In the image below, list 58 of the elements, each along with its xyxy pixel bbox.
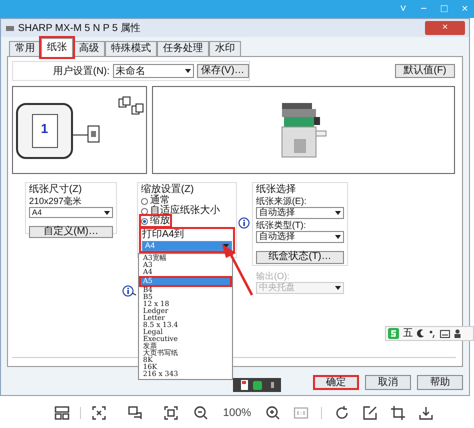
keyboard-icon[interactable] (440, 330, 450, 338)
paper-stack-icon (118, 95, 144, 117)
image-text-icon[interactable] (127, 405, 143, 421)
group-title: 缩放设置(Z) (141, 184, 195, 195)
paper-type-label: 纸张类型(T): (256, 220, 307, 231)
tab[interactable]: 水印 (209, 41, 241, 57)
paper-size-select[interactable]: A4 (29, 207, 113, 218)
user-settings-label: 用户设置(N): (53, 64, 110, 78)
paper-source-select[interactable]: 自动选择 (256, 207, 344, 219)
radio-option[interactable]: 缩放 (141, 216, 170, 226)
dialog-button[interactable]: 帮助 (417, 375, 463, 390)
fit-screen-icon[interactable] (91, 405, 107, 421)
paper-dimensions: 210x297毫米 (29, 196, 83, 207)
zoom-out-icon[interactable] (193, 405, 209, 421)
close-button[interactable]: × (425, 21, 465, 35)
group-title: 纸张选择 (256, 184, 297, 196)
fullscreen-icon[interactable] (163, 405, 179, 421)
download-icon[interactable] (418, 405, 434, 421)
dialog-button[interactable]: 取消 (365, 375, 411, 390)
user-settings-select[interactable]: 未命名 (112, 64, 194, 78)
tab[interactable]: 纸张 (41, 38, 73, 57)
save-button[interactable]: 保存(V)… (196, 64, 249, 78)
caret-icon (184, 69, 191, 73)
paper-source-label: 纸张来源(E): (256, 196, 308, 207)
user-icon[interactable] (454, 329, 461, 338)
tray-status-button[interactable]: 纸盒状态(T)… (256, 250, 344, 264)
copier-drawing (280, 101, 328, 159)
zoom-in-icon[interactable] (265, 405, 282, 421)
rotate-icon[interactable] (334, 405, 350, 421)
crop-icon[interactable] (390, 405, 406, 421)
tab[interactable]: 任务处理 (157, 41, 209, 57)
output-label: 输出(O): (256, 271, 290, 282)
caret-icon (335, 286, 341, 290)
ime-logo-icon[interactable] (388, 328, 399, 339)
custom-size-button[interactable]: 自定义(M)… (29, 226, 113, 238)
grid-view-icon[interactable] (54, 405, 70, 421)
print-size-label: 打印A4到 (142, 229, 186, 241)
printer-icon (5, 24, 15, 32)
group-title: 纸张尺寸(Z) (29, 184, 83, 196)
page-preview: 1 (32, 114, 58, 148)
caret-icon (335, 211, 341, 215)
paper-type-select[interactable]: 自动选择 (256, 231, 344, 243)
zoom-level: 100% (223, 406, 252, 421)
caret-icon (104, 210, 110, 214)
radio-option[interactable]: 通常 (141, 196, 170, 206)
tab[interactable]: 特殊模式 (105, 41, 157, 57)
annotation-arrow (220, 243, 254, 297)
moon-icon[interactable] (417, 329, 425, 338)
default-button[interactable]: 默认值(F) (395, 64, 455, 78)
radio-option[interactable]: 自适应纸张大小 (141, 206, 220, 216)
dialog-button[interactable]: 确定 (313, 375, 359, 390)
ime-mode[interactable]: 五 (403, 328, 413, 338)
punctuation-icon[interactable] (429, 330, 436, 338)
info-icon (238, 217, 252, 229)
info-icon (121, 285, 137, 297)
edit-icon[interactable] (362, 405, 378, 421)
caret-icon (335, 235, 341, 239)
dialog-title: SHARP MX-M 5 N P 5 属性 (18, 22, 140, 36)
